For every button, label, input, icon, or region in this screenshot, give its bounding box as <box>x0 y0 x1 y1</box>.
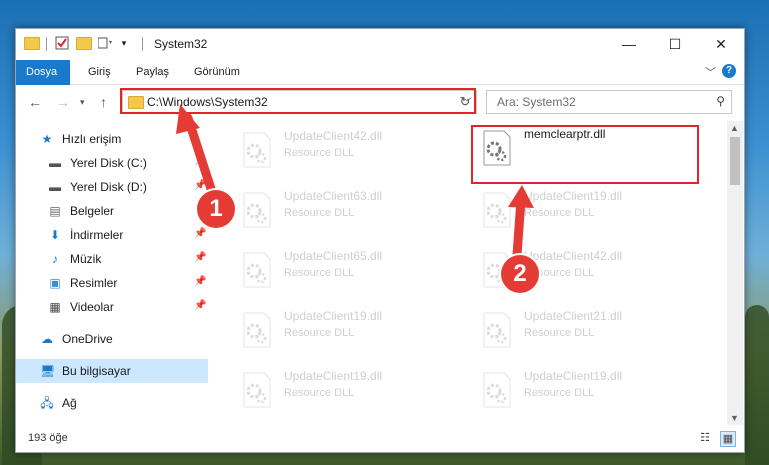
step-marker-1: 1 <box>197 190 235 228</box>
arrow-2-shaft <box>512 195 526 260</box>
arrow-2-head <box>508 185 534 208</box>
step-marker-2: 2 <box>501 255 539 293</box>
annotation-arrows <box>176 104 534 260</box>
